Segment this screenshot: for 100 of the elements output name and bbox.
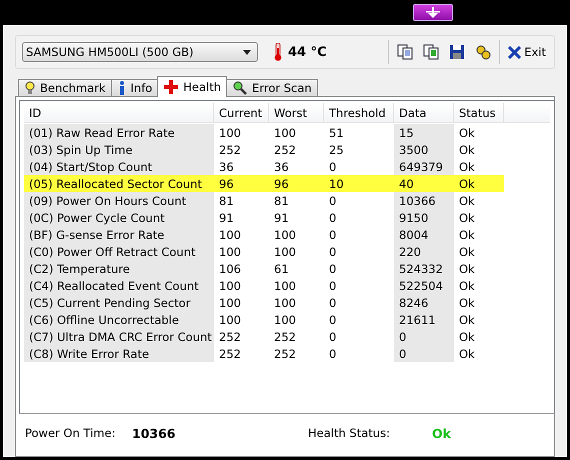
table-cell: (C0) Power Off Retract Count [24, 243, 214, 260]
table-cell-text: 252 [273, 346, 297, 362]
tab[interactable]: Benchmark [18, 79, 112, 97]
table-cell-text: 91 [273, 210, 290, 226]
table-cell-text: 0 [328, 294, 338, 311]
table-cell-text: 0 [328, 244, 338, 260]
gears-icon [475, 44, 492, 60]
table-cell-text: 51 [328, 124, 345, 141]
power-on-label: Power On Time: [25, 426, 116, 440]
table-cell-text: 100 [218, 244, 242, 260]
table-cell: (C8) Write Error Rate [24, 345, 214, 362]
table-cell-text: 100 [273, 244, 297, 260]
table-cell: 522504 [394, 277, 454, 294]
drive-dropdown[interactable]: SAMSUNG HM500LI (500 GB) [22, 42, 258, 62]
tab[interactable]: Error Scan [226, 79, 318, 97]
copy-image-icon [423, 44, 440, 60]
table-cell-text: 100 [273, 312, 297, 328]
table-cell: (C4) Reallocated Event Count [24, 277, 214, 294]
table-cell-text: 252 [218, 142, 242, 158]
table-cell: (05) Reallocated Sector Count [24, 175, 214, 192]
thermometer-icon [274, 43, 282, 61]
table-cell-text: Ok [458, 346, 476, 362]
search-icon [233, 81, 248, 95]
copy-icon [397, 44, 414, 60]
table-cell: (0C) Power Cycle Count [24, 209, 214, 226]
health-status-value: Ok [432, 426, 452, 440]
table-cell-text: 0 [328, 158, 338, 175]
table-cell: 10 [324, 175, 394, 192]
table-cell-text: 0 [328, 312, 338, 328]
table-cell-text: Ok [458, 244, 476, 260]
cross-icon [164, 80, 178, 94]
table-cell: 3500 [394, 141, 454, 158]
table-cell-text: Ok [458, 158, 476, 175]
column-header[interactable]: Data [394, 103, 454, 122]
column-header[interactable]: ID [24, 103, 214, 122]
table-cell: 9150 [394, 209, 454, 226]
screenshot-button[interactable] [421, 42, 442, 62]
info-icon [118, 81, 126, 95]
table-cell: 21611 [394, 311, 454, 328]
table-cell-text: 100 [218, 312, 242, 328]
column-header[interactable]: Current [214, 103, 269, 122]
table-cell: 0 [394, 345, 454, 362]
table-cell-text: 0 [328, 328, 338, 345]
table-cell-text: 100 [218, 294, 242, 311]
table-cell-text: Ok [458, 294, 476, 311]
table-cell-text: 100 [273, 278, 297, 294]
table-cell: 0 [394, 328, 454, 345]
table-cell: Ok [454, 175, 504, 192]
lightbulb-icon [25, 81, 35, 95]
table-cell: 8004 [394, 226, 454, 243]
temperature-reading: 44 °C [288, 44, 327, 60]
health-status-label: Health Status: [308, 426, 391, 440]
table-cell-text: 0 [328, 278, 338, 294]
table-cell-text: 252 [218, 328, 242, 345]
table-cell-text: Ok [458, 328, 476, 345]
table-cell-text: Ok [458, 260, 476, 277]
table-cell-text: 0 [328, 210, 338, 226]
table-cell: (C7) Ultra DMA CRC Error Count [24, 328, 214, 345]
table-cell: 40 [394, 175, 454, 192]
table-cell: 220 [394, 243, 454, 260]
table-cell-text: 106 [218, 260, 242, 277]
table-cell-text: 25 [328, 142, 345, 158]
table-cell-text: Ok [458, 226, 476, 243]
table-cell: 15 [394, 124, 454, 141]
table-cell-text: 36 [218, 158, 235, 175]
tab[interactable]: Info [110, 79, 158, 97]
table-cell-text: 91 [218, 210, 235, 226]
column-header[interactable]: Worst [269, 103, 324, 122]
table-cell-text: Ok [458, 142, 476, 158]
table-cell: (09) Power On Hours Count [24, 192, 214, 209]
table-cell-text: 252 [273, 328, 297, 345]
column-header[interactable]: Status [454, 103, 504, 122]
table-cell: 10366 [394, 192, 454, 209]
table-cell: 524332 [394, 260, 454, 277]
table-cell-text: 0 [328, 346, 338, 362]
table-cell: (C6) Offline Uncorrectable [24, 311, 214, 328]
table-cell-text: 100 [273, 124, 297, 141]
download-button[interactable] [413, 4, 453, 21]
table-cell-text: Ok [458, 210, 476, 226]
table-cell-text: 0 [328, 260, 338, 277]
table-cell: (01) Raw Read Error Rate [24, 124, 214, 141]
table-cell-text: Ok [458, 192, 476, 209]
table-cell-text: 36 [273, 158, 290, 175]
table-cell-text: 252 [218, 346, 242, 362]
exit-button[interactable]: Exit [506, 43, 548, 61]
table-cell-text: Ok [458, 278, 476, 294]
table-cell: (C5) Current Pending Sector [24, 294, 214, 311]
table-cell-text: 100 [218, 124, 242, 141]
close-icon [508, 46, 522, 58]
caret-icon [243, 50, 251, 54]
copy-button[interactable] [395, 42, 416, 62]
column-header[interactable]: Threshold [324, 103, 394, 122]
power-on-value: 10366 [132, 426, 176, 440]
table-cell: (04) Start/Stop Count [24, 158, 214, 175]
table-cell-text: 100 [218, 278, 242, 294]
table-cell-text: Ok [458, 124, 476, 141]
download-icon [426, 6, 440, 18]
tab[interactable]: Health [157, 76, 228, 97]
table-cell-text: 0 [328, 192, 338, 209]
table-cell: 649379 [394, 158, 454, 175]
